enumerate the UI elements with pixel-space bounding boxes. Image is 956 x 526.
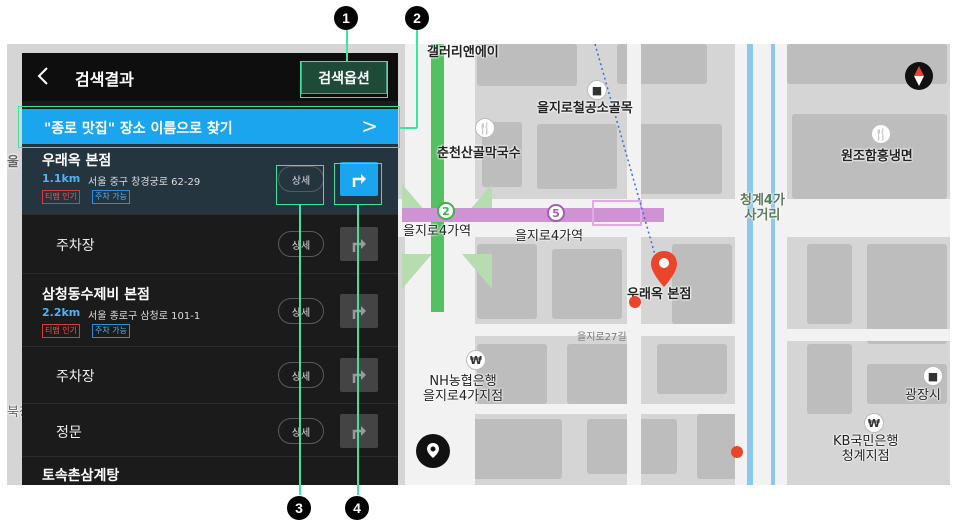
location-target-icon [427,443,439,458]
location-pin-icon[interactable] [649,249,679,289]
back-button[interactable] [36,65,56,89]
map-label-cheonggye-intersection: 청계4가 사거리 [740,193,785,223]
map-block [462,419,562,479]
subway-line5-badge: 5 [547,204,565,222]
callout-badge-4: 4 [345,496,369,520]
callout-highlight-2 [18,106,400,148]
side-road [787,329,950,341]
cheonggyecheon-stream [771,44,775,485]
map-block [672,244,732,324]
turn-right-icon [352,306,366,319]
poi-icon[interactable]: ■ [923,366,943,386]
callout-connector-2 [416,29,418,128]
map-label-noodle: 춘천산골막국수 [437,146,521,161]
restaurant-icon[interactable]: 🍴 [871,124,891,144]
compass-icon[interactable] [905,62,933,90]
callout-badge-3: 3 [287,496,311,520]
map-block [657,344,727,394]
callout-connector-1 [346,29,348,61]
map-label-gallery: 갤러리앤에이 [427,45,499,60]
map-label-street: 을지로27길 [577,332,627,343]
map-label-market: 광장시 [905,388,941,403]
place-dot[interactable] [731,446,743,458]
callout-connector-2 [400,127,417,129]
poi-icon[interactable]: ■ [587,80,607,100]
route-button[interactable] [340,358,378,392]
subway-line2-badge: 2 [437,202,455,220]
callout-badge-2: 2 [405,6,429,30]
bank-icon[interactable]: ₩ [864,413,884,433]
popular-badge: 티맵 인기 [42,324,80,338]
cheonggyecheon-stream [747,44,753,485]
result-distance: 1.1km [42,172,81,185]
result-item[interactable]: 토속촌삼계탕 [22,457,398,485]
detail-button[interactable]: 상세 [278,298,324,324]
sub-result-name: 주차장 [56,238,95,254]
result-name: 삼청동수제비 본점 [42,287,150,303]
compass-needle-icon [914,66,924,86]
restaurant-icon[interactable]: 🍴 [475,118,495,138]
map-label-nh-bank: NH농협은행 을지로4가지점 [423,374,504,404]
turn-right-icon [352,426,366,439]
route-button[interactable] [340,227,378,261]
callout-highlight-4 [334,163,382,205]
sub-result-item[interactable]: 주차장 상세 [22,347,398,403]
detail-button[interactable]: 상세 [278,231,324,257]
route-line [594,44,660,270]
map-block [567,344,632,404]
map-label-restaurant-right: 원조함흥냉면 [841,149,913,164]
current-location-button[interactable] [416,434,450,468]
parking-badge: 주차 가능 [92,190,130,204]
route-button[interactable] [340,414,378,448]
subway-line2 [431,44,444,312]
sub-result-name: 주차장 [56,369,95,385]
result-name: 우래옥 본점 [42,153,112,169]
callout-connector-4 [357,205,359,495]
callout-badge-1: 1 [334,6,358,30]
map-label-station-a: 을지로4가역 [403,224,472,239]
result-item[interactable]: 삼청동수제비 본점 2.2km 서울 종로구 삼청로 101-1 티맵 인기 주… [22,274,398,346]
sub-result-item[interactable]: 주차장 상세 [22,215,398,273]
map-block [807,244,852,324]
result-distance: 2.2km [42,306,81,319]
callout-connector-3 [299,205,301,495]
bank-icon[interactable]: ₩ [466,350,486,370]
turn-right-icon [352,239,366,252]
detail-button[interactable]: 상세 [278,362,324,388]
map-label-euljiro-alley: 을지로철공소골목 [537,101,633,116]
map-label-station-b: 을지로4가역 [515,229,584,244]
sub-result-item[interactable]: 정문 상세 [22,404,398,456]
result-address: 서울 종로구 삼청로 101-1 [88,311,201,322]
route-button[interactable] [340,294,378,328]
result-address: 서울 중구 창경궁로 62-29 [88,177,201,188]
popular-badge: 티맵 인기 [42,190,80,204]
turn-right-icon [352,370,366,383]
map-label-left-cut: 울 [7,155,19,170]
cheonggye-road [735,44,787,485]
sub-result-name: 정문 [56,425,82,441]
side-road [462,404,762,414]
result-name: 토속촌삼계탕 [42,468,120,484]
map-block [807,344,852,414]
page-title: 검색결과 [75,70,134,89]
detail-button[interactable]: 상세 [278,418,324,444]
map-label-kb-bank: KB국민은행 청계지점 [833,434,899,464]
callout-highlight-3 [276,165,324,205]
chevron-left-icon [37,67,48,85]
parking-badge: 주차 가능 [92,324,130,338]
callout-highlight-1 [300,61,388,98]
place-dot[interactable] [629,296,641,308]
